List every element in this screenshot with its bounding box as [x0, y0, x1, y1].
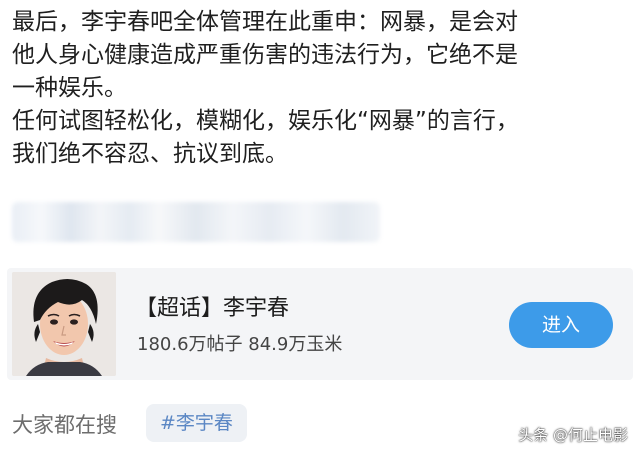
source-watermark: 头条 @何止电影: [518, 426, 628, 444]
post-line: 他人身心健康造成严重伤害的违法行为，它绝不是: [12, 42, 518, 68]
super-topic-card[interactable]: 【超话】李宇春 180.6万帖子 84.9万玉米 进入: [7, 268, 633, 380]
post-line: 一种娱乐。: [12, 75, 127, 101]
topic-stats: 180.6万帖子 84.9万玉米: [137, 334, 343, 355]
trending-search-label: 大家都在搜: [12, 413, 117, 437]
search-tag-link[interactable]: #李宇春: [146, 404, 247, 442]
post-line: 最后，李宇春吧全体管理在此重申：网暴，是会对: [12, 9, 518, 35]
topic-avatar: [12, 272, 116, 376]
enter-button[interactable]: 进入: [509, 302, 613, 348]
post-body: 最后，李宇春吧全体管理在此重申：网暴，是会对 他人身心健康造成严重伤害的违法行为…: [12, 6, 632, 171]
post-line: 任何试图轻松化，模糊化，娱乐化“网暴”的言行，: [12, 108, 519, 134]
post-line: 我们绝不容忍、抗议到底。: [12, 141, 288, 167]
avatar-portrait-icon: [12, 272, 116, 376]
topic-title: 【超话】李宇春: [135, 296, 290, 321]
blurred-text-line: [12, 202, 380, 242]
